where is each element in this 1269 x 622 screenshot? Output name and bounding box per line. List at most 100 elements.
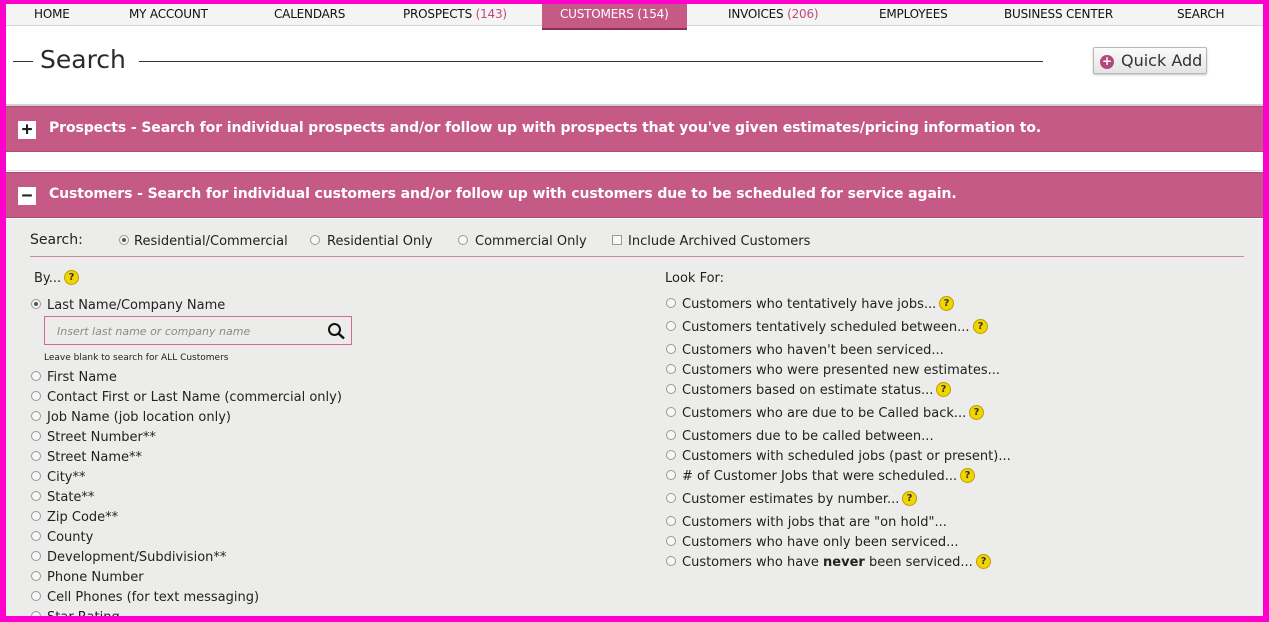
by-radio[interactable] bbox=[31, 431, 41, 441]
look-for-option-label[interactable]: Customers based on estimate status... bbox=[682, 383, 933, 398]
customers-section-label: Customers - Search for individual custom… bbox=[49, 186, 957, 202]
by-last-name-company[interactable]: Last Name/Company Name bbox=[47, 298, 225, 313]
look-for-label-part: been serviced... bbox=[864, 555, 973, 570]
quick-add-button[interactable]: + Quick Add bbox=[1093, 47, 1207, 74]
prospects-count: (143) bbox=[475, 7, 507, 21]
nav-calendars[interactable]: CALENDARS bbox=[274, 4, 345, 25]
look-for-label-emphasis: never bbox=[823, 555, 865, 570]
look-for-radio[interactable] bbox=[666, 430, 676, 440]
look-for-option-label[interactable]: Customers with scheduled jobs (past or p… bbox=[682, 449, 1011, 464]
look-for-radio[interactable] bbox=[666, 321, 676, 331]
by-radio[interactable] bbox=[31, 471, 41, 481]
search-type-row: Search: Residential/Commercial Residenti… bbox=[6, 219, 1263, 257]
option-commercial-only[interactable]: Commercial Only bbox=[475, 234, 587, 249]
by-radio[interactable] bbox=[31, 451, 41, 461]
look-for-help-icon[interactable]: ? bbox=[936, 382, 951, 397]
by-radio[interactable] bbox=[31, 611, 41, 616]
look-for-radio[interactable] bbox=[666, 298, 676, 308]
search-input-box[interactable] bbox=[44, 316, 352, 346]
radio-commercial-only[interactable] bbox=[458, 235, 468, 245]
look-for-option-label[interactable]: Customers tentatively scheduled between.… bbox=[682, 320, 970, 335]
by-option-label[interactable]: Cell Phones (for text messaging) bbox=[47, 590, 259, 605]
look-for-radio[interactable] bbox=[666, 470, 676, 480]
look-for-radio[interactable] bbox=[666, 450, 676, 460]
by-option-label[interactable]: State** bbox=[47, 490, 94, 505]
look-for-option-label[interactable]: Customers who tentatively have jobs... bbox=[682, 297, 936, 312]
by-radio[interactable] bbox=[31, 551, 41, 561]
by-option-label[interactable]: Star Rating bbox=[47, 610, 120, 616]
by-radio[interactable] bbox=[31, 571, 41, 581]
radio-residential-only[interactable] bbox=[310, 235, 320, 245]
look-for-help-icon[interactable]: ? bbox=[969, 405, 984, 420]
nav-business-center[interactable]: BUSINESS CENTER bbox=[1004, 4, 1113, 25]
look-for-help-icon[interactable]: ? bbox=[976, 554, 991, 569]
search-separator bbox=[30, 256, 1244, 257]
look-for-option-label[interactable]: Customer estimates by number... bbox=[682, 492, 899, 507]
by-radio[interactable] bbox=[31, 591, 41, 601]
by-radio[interactable] bbox=[31, 411, 41, 421]
look-for-help-icon[interactable]: ? bbox=[939, 296, 954, 311]
by-option-label[interactable]: County bbox=[47, 530, 93, 545]
collapse-icon[interactable]: − bbox=[18, 187, 36, 205]
prospects-section-header[interactable]: + Prospects - Search for individual pros… bbox=[6, 106, 1263, 152]
look-for-radio[interactable] bbox=[666, 384, 676, 394]
customers-search-panel: Search: Residential/Commercial Residenti… bbox=[6, 219, 1263, 616]
option-residential-only[interactable]: Residential Only bbox=[327, 234, 433, 249]
by-option-label[interactable]: Job Name (job location only) bbox=[47, 410, 231, 425]
nav-home[interactable]: HOME bbox=[34, 4, 70, 25]
section-divider bbox=[6, 154, 1263, 171]
look-for-option-label[interactable]: Customers who haven't been serviced... bbox=[682, 343, 944, 358]
customers-section-header[interactable]: − Customers - Search for individual cust… bbox=[6, 172, 1263, 218]
search-hint: Leave blank to search for ALL Customers bbox=[44, 353, 229, 363]
look-for-option-label[interactable]: # of Customer Jobs that were scheduled..… bbox=[682, 469, 957, 484]
look-for-radio[interactable] bbox=[666, 493, 676, 503]
nav-invoices[interactable]: INVOICES (206) bbox=[728, 4, 819, 25]
by-option-label[interactable]: Zip Code** bbox=[47, 510, 118, 525]
by-radio[interactable] bbox=[31, 491, 41, 501]
nav-my-account[interactable]: MY ACCOUNT bbox=[129, 4, 208, 25]
customers-count: (154) bbox=[637, 7, 669, 21]
radio-residential-commercial[interactable] bbox=[119, 235, 129, 245]
by-option-label[interactable]: Development/Subdivision** bbox=[47, 550, 226, 565]
page-title: Search bbox=[40, 45, 126, 74]
by-option-label[interactable]: Phone Number bbox=[47, 570, 144, 585]
page-header: Search + Quick Add bbox=[6, 26, 1263, 106]
look-for-option-label[interactable]: Customers who have only been serviced... bbox=[682, 535, 959, 550]
nav-search[interactable]: SEARCH bbox=[1177, 4, 1225, 25]
option-residential-commercial[interactable]: Residential/Commercial bbox=[134, 234, 288, 249]
look-for-radio[interactable] bbox=[666, 536, 676, 546]
look-for-help-icon[interactable]: ? bbox=[973, 319, 988, 334]
by-option-label[interactable]: First Name bbox=[47, 370, 117, 385]
by-option-label[interactable]: Contact First or Last Name (commercial o… bbox=[47, 390, 342, 405]
look-for-option-label[interactable]: Customers due to be called between... bbox=[682, 429, 934, 444]
include-archived-checkbox[interactable] bbox=[612, 235, 622, 245]
look-for-help-icon[interactable]: ? bbox=[902, 491, 917, 506]
by-radio[interactable] bbox=[31, 391, 41, 401]
look-for-radio[interactable] bbox=[666, 407, 676, 417]
look-for-help-icon[interactable]: ? bbox=[960, 468, 975, 483]
radio-last-name-company[interactable] bbox=[31, 299, 41, 309]
look-for-option-label[interactable]: Customers with jobs that are "on hold"..… bbox=[682, 515, 947, 530]
expand-icon[interactable]: + bbox=[18, 121, 36, 139]
include-archived-label[interactable]: Include Archived Customers bbox=[628, 234, 810, 249]
last-name-search-input[interactable] bbox=[45, 317, 329, 346]
by-radio[interactable] bbox=[31, 511, 41, 521]
look-for-option-label[interactable]: Customers who are due to be Called back.… bbox=[682, 406, 966, 421]
by-option-label[interactable]: Street Number** bbox=[47, 430, 156, 445]
look-for-radio[interactable] bbox=[666, 344, 676, 354]
plus-circle-icon: + bbox=[1100, 54, 1114, 69]
by-option-label[interactable]: Street Name** bbox=[47, 450, 142, 465]
look-for-heading: Look For: bbox=[665, 271, 725, 286]
look-for-radio[interactable] bbox=[666, 516, 676, 526]
nav-employees[interactable]: EMPLOYEES bbox=[879, 4, 948, 25]
by-help-icon[interactable]: ? bbox=[64, 270, 79, 285]
by-option-label[interactable]: City** bbox=[47, 470, 85, 485]
look-for-radio[interactable] bbox=[666, 364, 676, 374]
look-for-radio[interactable] bbox=[666, 556, 676, 566]
nav-prospects[interactable]: PROSPECTS (143) bbox=[403, 4, 507, 25]
by-radio[interactable] bbox=[31, 371, 41, 381]
search-icon[interactable] bbox=[327, 322, 347, 340]
look-for-option-label[interactable]: Customers who have never been serviced..… bbox=[682, 555, 973, 570]
look-for-option-label[interactable]: Customers who were presented new estimat… bbox=[682, 363, 1000, 378]
by-radio[interactable] bbox=[31, 531, 41, 541]
